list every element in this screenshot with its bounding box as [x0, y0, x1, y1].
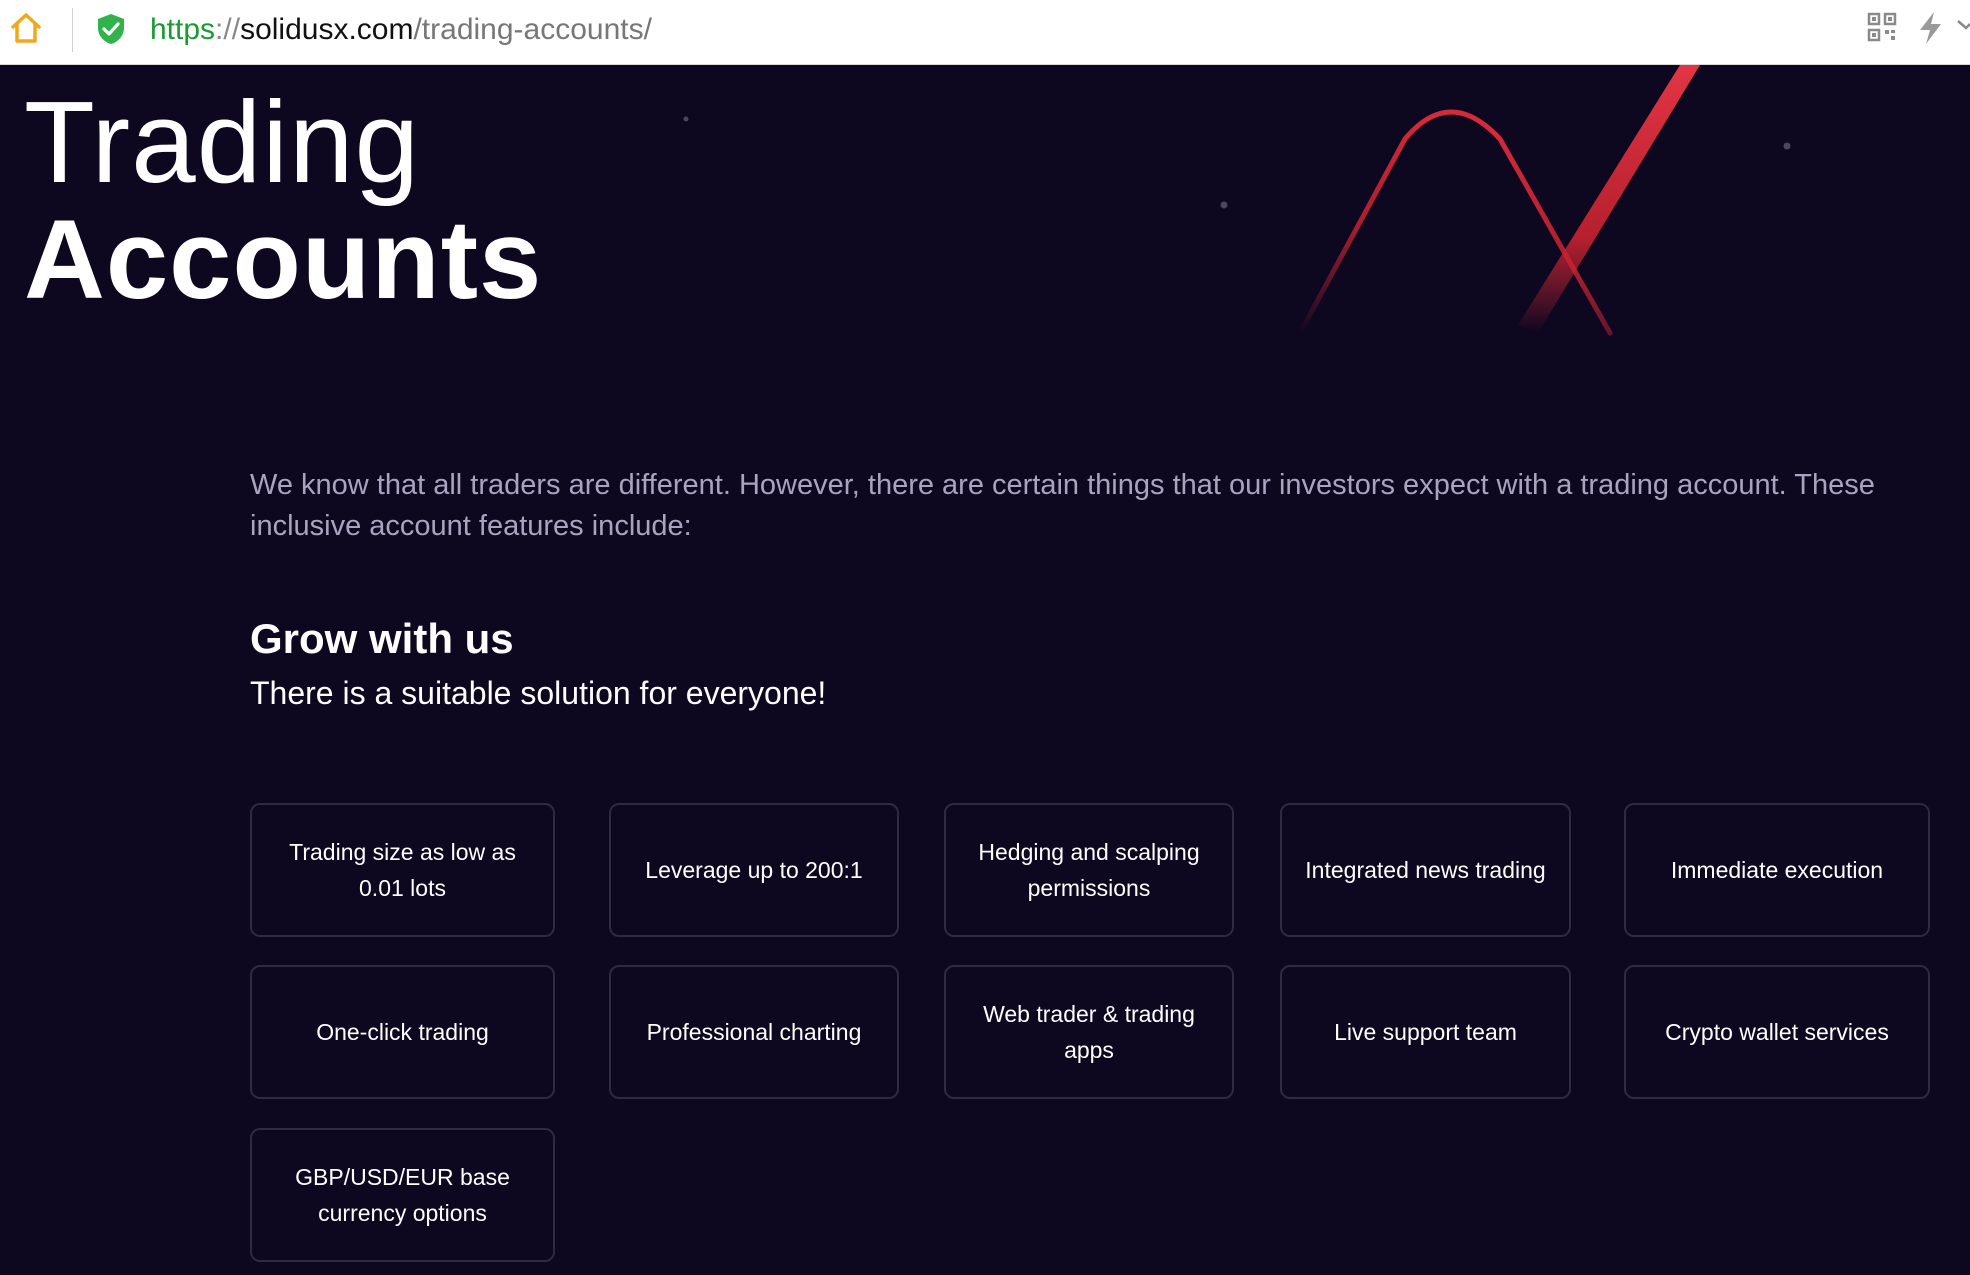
feature-label: Trading size as low as 0.01 lots [289, 839, 516, 901]
url-path: /trading-accounts/ [413, 13, 652, 46]
url-host: solidusx.com [240, 13, 414, 46]
grow-heading: Grow with us [250, 615, 514, 662]
feature-card: GBP/USD/EUR base currency options [250, 1128, 555, 1262]
url-scheme: https [150, 13, 216, 46]
feature-card: Web trader & trading apps [944, 965, 1234, 1099]
feature-card: Trading size as low as 0.01 lots [250, 803, 555, 937]
feature-label: Leverage up to 200:1 [645, 857, 863, 883]
feature-card: Hedging and scalping permissions [944, 803, 1234, 937]
chevron-down-icon[interactable] [1956, 16, 1970, 34]
feature-card: Crypto wallet services [1624, 965, 1930, 1099]
feature-card: Professional charting [609, 965, 899, 1099]
feature-label: Professional charting [646, 1019, 862, 1045]
bolt-icon[interactable] [1915, 10, 1945, 46]
page-title-line1: Trading [24, 77, 421, 207]
url-field[interactable]: https://solidusx.com/trading-accounts/ [150, 8, 652, 52]
grow-subtitle: There is a suitable solution for everyon… [250, 675, 827, 711]
feature-card: Integrated news trading [1280, 803, 1571, 937]
intro-paragraph: We know that all traders are different. … [250, 469, 1875, 542]
feature-label: Hedging and scalping permissions [978, 839, 1200, 901]
qr-code-icon[interactable] [1867, 12, 1897, 42]
url-separator: :// [215, 13, 241, 46]
feature-label: Crypto wallet services [1665, 1019, 1889, 1045]
hero-section: Trading Accounts We know that all trader… [0, 65, 1970, 1275]
feature-card: Immediate execution [1624, 803, 1930, 937]
feature-card: One-click trading [250, 965, 555, 1099]
feature-card: Live support team [1280, 965, 1571, 1099]
feature-label: GBP/USD/EUR base currency options [295, 1164, 510, 1226]
toolbar-separator [72, 8, 73, 52]
page-title-line2: Accounts [24, 197, 543, 322]
feature-label: Live support team [1334, 1019, 1517, 1045]
feature-card: Leverage up to 200:1 [609, 803, 899, 937]
feature-label: Immediate execution [1670, 857, 1884, 883]
browser-address-bar: https://solidusx.com/trading-accounts/ [0, 0, 1970, 65]
home-icon[interactable] [8, 10, 44, 46]
feature-label: One-click trading [316, 1019, 489, 1045]
shield-check-icon[interactable] [96, 12, 126, 46]
feature-label: Web trader & trading apps [983, 1001, 1195, 1063]
feature-label: Integrated news trading [1305, 857, 1546, 883]
